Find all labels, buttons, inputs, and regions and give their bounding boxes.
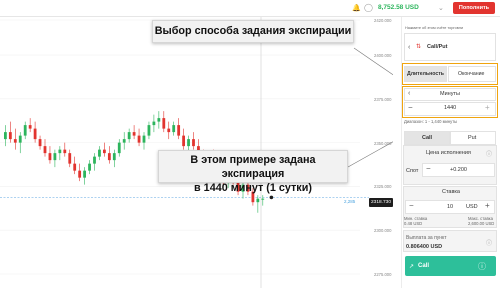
candle-body [122,139,126,143]
candle-body [192,139,195,147]
candle-body [38,139,42,147]
payout-info-icon[interactable]: ⓘ [486,238,492,247]
candle-body [88,163,91,171]
min-stake-value: 0.48 USD [404,221,423,226]
callout-expiry-method: Выбор способа задания экспирации [152,20,354,43]
stake-label: Ставка [442,189,460,195]
candle-body [167,128,171,133]
candle-body [83,170,86,178]
candle-body [18,135,22,143]
candle-body [13,139,17,143]
candle-body [157,118,161,122]
chevron-down-icon[interactable]: ⌄ [438,5,444,12]
candle-body [132,132,136,136]
price-tick-label: 2420.000 [374,18,392,23]
candle-body [98,149,101,157]
candle-body [23,125,27,136]
candle-body [117,142,121,154]
candle-body [28,125,32,129]
candle-body [256,198,260,203]
strike-label: Цена исполнения [426,150,471,156]
candle-body [127,132,131,140]
spot-value: +0.200 [450,167,467,173]
tab-put-label: Put [468,135,477,141]
price-tick-label: 2400.000 [374,53,392,59]
candle-body [63,149,67,154]
spot-label: Спот [406,168,419,174]
candle-body [261,198,265,200]
candle-body [93,156,96,164]
candle-body [107,153,111,161]
candle-body [187,139,190,147]
price-tick-label: 2300.000 [374,228,392,234]
candle-body [103,149,106,154]
candle-body [162,118,166,129]
candle-body [33,128,37,140]
account-balance[interactable]: 8,752.58 USD [378,4,419,11]
call-arrow-icon: ↗ [409,264,415,270]
call-button-label: Call [418,263,430,269]
dashed-price-label: 2,285 [344,199,356,204]
payout-value: 0.806400 USD [406,244,443,250]
candle-body [142,135,146,143]
candle-body [48,153,52,161]
asset-name: Call/Put [427,44,448,50]
highlight-expiry-tabs [402,63,498,85]
candle-body [182,135,185,147]
price-tick-label: 2325.000 [374,184,392,190]
price-tick-label: 2375.000 [374,96,392,102]
avatar-icon[interactable]: ◯ [364,4,373,12]
stake-minus-icon[interactable]: − [409,201,414,210]
candle-body [147,125,151,136]
payout-label: Выплата за пункт [406,235,447,241]
stake-currency: USD [466,204,478,210]
callout-example-line2: в 1440 минут (1 сутки) [194,182,312,194]
candle-body [53,153,57,161]
callout-example: В этом примере задана экспирация в 1440 … [158,150,348,194]
highlight-duration [402,86,498,118]
candle-body [172,125,176,133]
current-price-tag: 2318.730 [369,198,393,207]
candle-body [152,121,156,126]
candle-body [177,125,181,136]
candle-body [137,135,141,143]
bell-icon[interactable]: 🔔 [352,5,361,12]
top-bar [0,0,500,17]
candle-body [8,132,12,140]
candle-body [78,170,82,178]
tab-call-label: Call [422,135,433,141]
stake-plus-icon[interactable]: + [485,201,490,210]
candle-body [4,132,7,140]
max-stake-value: 2,600.00 USD [468,221,495,226]
callout-example-line1: В этом примере задана экспирация [190,154,316,180]
spot-minus-icon[interactable]: − [426,164,431,173]
candle-body [58,149,62,154]
candle-body [112,153,116,161]
candle-body [73,163,77,171]
asset-hint: Нажмите об этом счёте торговли [405,26,464,30]
call-put-icon: ⇅ [416,44,422,50]
chevron-left-icon[interactable]: ‹ [408,44,410,51]
candle-body [43,146,47,154]
stake-value: 10 [447,204,454,210]
last-price-dot [269,195,274,200]
info-icon[interactable]: ⓘ [486,149,492,158]
candle-body [68,153,72,164]
deposit-button[interactable]: Пополнить [453,2,495,14]
price-tick-label: 2350.000 [374,140,392,146]
duration-range: Диапазон: 1 - 1,440 минуты [404,119,458,124]
price-tick-label: 2275.000 [374,272,392,277]
call-info-icon[interactable]: ⓘ [478,261,486,272]
